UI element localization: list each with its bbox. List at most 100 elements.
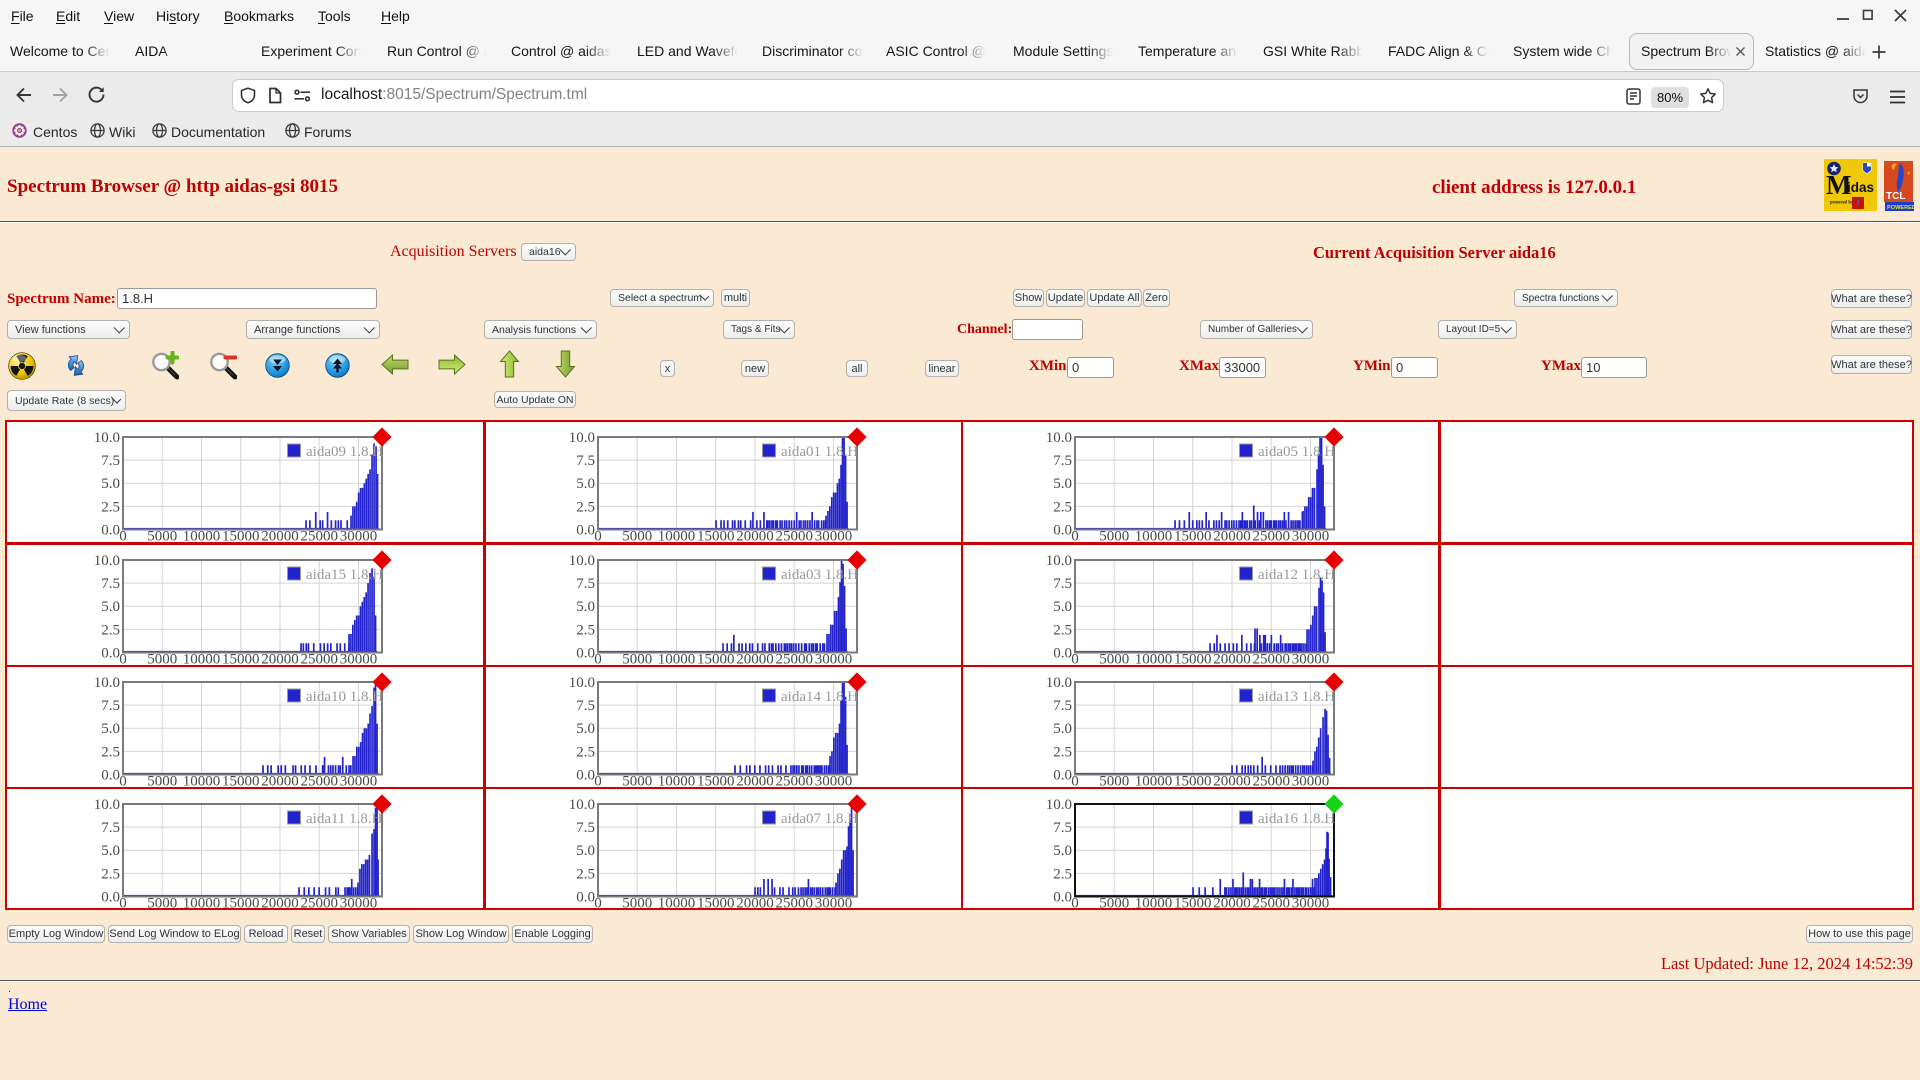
svg-text:0.0: 0.0 <box>1053 645 1072 661</box>
svg-text:10.0: 10.0 <box>94 553 120 569</box>
svg-text:20000: 20000 <box>261 773 299 789</box>
svg-text:aida09 1.8.H: aida09 1.8.H <box>306 444 383 460</box>
svg-text:10000: 10000 <box>183 896 221 912</box>
svg-text:0: 0 <box>594 773 602 789</box>
svg-text:20000: 20000 <box>1213 773 1251 789</box>
svg-text:2.5: 2.5 <box>576 500 595 516</box>
svg-text:10000: 10000 <box>1135 773 1173 789</box>
svg-text:10000: 10000 <box>658 651 696 667</box>
svg-text:30000: 30000 <box>815 773 853 789</box>
svg-text:10.0: 10.0 <box>94 797 120 813</box>
svg-text:7.5: 7.5 <box>576 820 595 836</box>
svg-text:7.5: 7.5 <box>576 576 595 592</box>
svg-text:0.0: 0.0 <box>101 890 120 906</box>
svg-text:0: 0 <box>119 896 127 912</box>
svg-text:powered by: powered by <box>1830 200 1854 205</box>
svg-text:aida10 1.8.H: aida10 1.8.H <box>306 689 383 705</box>
svg-text:15000: 15000 <box>1174 773 1212 789</box>
svg-text:aida07 1.8.H: aida07 1.8.H <box>781 811 858 827</box>
svg-text:POWERED: POWERED <box>1887 205 1914 211</box>
svg-text:0.0: 0.0 <box>1053 890 1072 906</box>
svg-text:7.5: 7.5 <box>101 820 120 836</box>
svg-text:7.5: 7.5 <box>1053 698 1072 714</box>
svg-text:2.5: 2.5 <box>576 622 595 638</box>
svg-text:30000: 30000 <box>1292 651 1330 667</box>
svg-text:0: 0 <box>119 773 127 789</box>
svg-text:0.0: 0.0 <box>1053 523 1072 539</box>
svg-text:0.0: 0.0 <box>101 645 120 661</box>
svg-text:7.5: 7.5 <box>101 698 120 714</box>
svg-text:10000: 10000 <box>1135 529 1173 545</box>
svg-text:10000: 10000 <box>183 651 221 667</box>
svg-text:15000: 15000 <box>222 773 260 789</box>
svg-text:aida13 1.8.H: aida13 1.8.H <box>1258 689 1335 705</box>
svg-text:5000: 5000 <box>147 529 177 545</box>
svg-text:5.0: 5.0 <box>576 599 595 615</box>
svg-text:30000: 30000 <box>1292 773 1330 789</box>
svg-text:25000: 25000 <box>300 896 338 912</box>
svg-text:20000: 20000 <box>1213 529 1251 545</box>
svg-text:0: 0 <box>594 651 602 667</box>
svg-text:25000: 25000 <box>1252 896 1290 912</box>
svg-text:0.0: 0.0 <box>576 890 595 906</box>
svg-text:30000: 30000 <box>340 773 378 789</box>
svg-text:30000: 30000 <box>340 651 378 667</box>
svg-text:10.0: 10.0 <box>1046 675 1072 691</box>
svg-text:0: 0 <box>1071 529 1079 545</box>
svg-text:30000: 30000 <box>340 529 378 545</box>
svg-text:0: 0 <box>594 529 602 545</box>
svg-text:15000: 15000 <box>697 896 735 912</box>
svg-text:25000: 25000 <box>1252 773 1290 789</box>
svg-text:10000: 10000 <box>658 896 696 912</box>
svg-text:5.0: 5.0 <box>576 843 595 859</box>
svg-text:idas: idas <box>1847 180 1874 195</box>
svg-text:2.5: 2.5 <box>101 500 120 516</box>
svg-text:30000: 30000 <box>815 651 853 667</box>
svg-text:2.5: 2.5 <box>101 622 120 638</box>
svg-text:20000: 20000 <box>261 896 299 912</box>
svg-text:0.0: 0.0 <box>576 767 595 783</box>
svg-text:0: 0 <box>119 651 127 667</box>
svg-text:5.0: 5.0 <box>101 477 120 493</box>
svg-text:10000: 10000 <box>183 529 221 545</box>
svg-text:20000: 20000 <box>1213 651 1251 667</box>
svg-text:25000: 25000 <box>300 773 338 789</box>
svg-text:5.0: 5.0 <box>101 721 120 737</box>
svg-text:5000: 5000 <box>147 773 177 789</box>
svg-text:2.5: 2.5 <box>1053 744 1072 760</box>
svg-text:7.5: 7.5 <box>1053 820 1072 836</box>
svg-text:10000: 10000 <box>658 773 696 789</box>
svg-text:20000: 20000 <box>736 529 774 545</box>
svg-text:7.5: 7.5 <box>576 698 595 714</box>
svg-text:30000: 30000 <box>815 529 853 545</box>
svg-text:aida12 1.8.H: aida12 1.8.H <box>1258 567 1335 583</box>
svg-text:5.0: 5.0 <box>1053 721 1072 737</box>
svg-text:TCL: TCL <box>1886 191 1905 202</box>
svg-text:10.0: 10.0 <box>94 675 120 691</box>
svg-text:25000: 25000 <box>775 529 813 545</box>
svg-text:7.5: 7.5 <box>101 576 120 592</box>
svg-text:15000: 15000 <box>222 896 260 912</box>
svg-text:2.5: 2.5 <box>101 866 120 882</box>
svg-text:5000: 5000 <box>1099 773 1129 789</box>
svg-text:25000: 25000 <box>300 529 338 545</box>
svg-text:20000: 20000 <box>736 896 774 912</box>
svg-text:0: 0 <box>1071 773 1079 789</box>
svg-text:5000: 5000 <box>1099 651 1129 667</box>
svg-text:5000: 5000 <box>622 529 652 545</box>
svg-text:25000: 25000 <box>775 896 813 912</box>
svg-text:15000: 15000 <box>1174 651 1212 667</box>
svg-text:5.0: 5.0 <box>576 721 595 737</box>
svg-text:0: 0 <box>119 529 127 545</box>
svg-text:0.0: 0.0 <box>101 767 120 783</box>
svg-text:5.0: 5.0 <box>1053 477 1072 493</box>
svg-text:7.5: 7.5 <box>1053 576 1072 592</box>
svg-text:5000: 5000 <box>622 773 652 789</box>
svg-text:15000: 15000 <box>697 529 735 545</box>
svg-text:20000: 20000 <box>1213 896 1251 912</box>
svg-text:10.0: 10.0 <box>94 430 120 446</box>
svg-text:25000: 25000 <box>1252 529 1290 545</box>
svg-text:2.5: 2.5 <box>576 866 595 882</box>
svg-text:10.0: 10.0 <box>569 797 595 813</box>
svg-text:5.0: 5.0 <box>101 599 120 615</box>
